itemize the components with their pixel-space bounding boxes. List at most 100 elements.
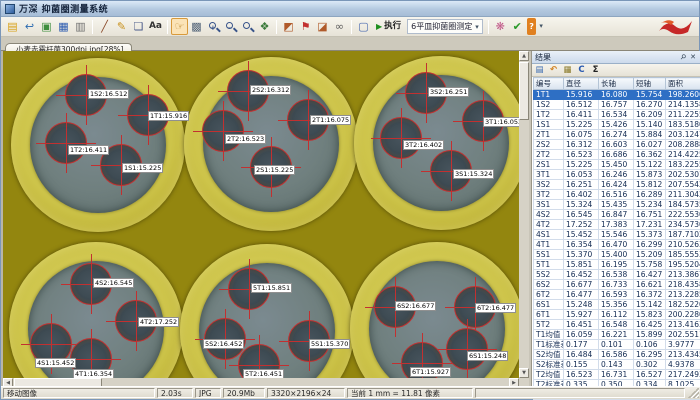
copy-icon[interactable]: ▣ (38, 18, 55, 35)
table-row[interactable]: 4T116.35416.47016.299210.5263 (534, 240, 700, 250)
vertical-scrollbar[interactable]: ▲ ▼ (519, 51, 529, 378)
flag-tool-icon[interactable]: ⚑ (297, 18, 314, 35)
table-cell: 15.225 (564, 120, 599, 130)
table-row[interactable]: T1均值16.05916.22115.899202.5511 (534, 330, 700, 340)
table-row[interactable]: 3S115.32415.43515.234184.5735 (534, 200, 700, 210)
edit-tool-icon[interactable]: ❏ (130, 18, 147, 35)
column-header[interactable]: 长轴 (599, 78, 634, 90)
line-tool-icon[interactable]: ╱ (96, 18, 113, 35)
scroll-down-icon[interactable]: ▼ (519, 368, 529, 378)
hand-tool-icon[interactable]: ☞ (171, 18, 188, 35)
help-button[interactable]: ?▾ (526, 18, 544, 35)
execute-button[interactable]: ▶执行 (372, 18, 405, 35)
pin-icon[interactable]: ⚲ (678, 52, 688, 62)
zoom-fit-icon[interactable] (239, 18, 256, 35)
text-tool-icon[interactable]: Aa (147, 18, 164, 35)
column-header[interactable]: 面积 (666, 78, 700, 90)
refresh-view-icon[interactable]: ❖ (256, 18, 273, 35)
status-filler (475, 388, 685, 398)
column-header[interactable]: 直径 (564, 78, 599, 90)
table-row[interactable]: 6S216.67716.73316.621218.4358 (534, 280, 700, 290)
table-row[interactable]: 6S115.24815.35615.142182.5220 (534, 300, 700, 310)
print-icon[interactable]: ▥ (72, 18, 89, 35)
table-row[interactable]: 4S115.45215.54615.373187.7102 (534, 230, 700, 240)
image-select-icon[interactable]: ▩ (188, 18, 205, 35)
table-cell: 17.383 (599, 220, 634, 230)
table-cell: S2均值 (534, 350, 564, 360)
inhibition-zone-1T2[interactable] (45, 122, 87, 164)
zoom-out-icon[interactable]: − (222, 18, 239, 35)
table-cell: 17.252 (564, 220, 599, 230)
inhibition-zone-2T2[interactable] (202, 110, 244, 152)
table-row[interactable]: 3T216.40216.51616.289211.3042 (534, 190, 700, 200)
table-row[interactable]: 2S216.31216.60316.027208.2888 (534, 140, 700, 150)
table-row[interactable]: S2标准差0.1550.1430.3024.9378 (534, 360, 700, 370)
zone-label-6S2: 6S2:16.677 (395, 301, 436, 311)
table-row[interactable]: S2均值16.48416.58616.295213.4345 (534, 350, 700, 360)
table-cell: T1均值 (534, 330, 564, 340)
table-cell: 16.270 (634, 100, 666, 110)
inhibition-zone-6S1[interactable] (446, 328, 488, 370)
table-cell: 16.274 (599, 130, 634, 140)
table-row[interactable]: 6T115.92716.11215.823200.2280 (534, 310, 700, 320)
table-row[interactable]: 2S115.22515.45015.122183.2255 (534, 160, 700, 170)
undo-result-icon[interactable]: ↶ (548, 65, 559, 76)
table-row[interactable]: 1S216.51216.75716.270214.1358 (534, 100, 700, 110)
marker-tool-icon[interactable]: ◪ (314, 18, 331, 35)
pencil-tool-icon[interactable]: ✎ (113, 18, 130, 35)
table-cell: 182.5220 (666, 300, 700, 310)
export-result-icon[interactable]: ▤ (534, 65, 545, 76)
play-icon: ▶ (376, 18, 382, 35)
column-header[interactable]: 短轴 (634, 78, 666, 90)
save-icon[interactable]: ▦ (55, 18, 72, 35)
image-canvas[interactable]: 1S2:16.5121T1:15.9161T2:16.4111S1:15.225… (3, 51, 519, 378)
table-cell: 16.545 (564, 210, 599, 220)
monitor-icon[interactable]: ▢ (355, 18, 372, 35)
table-row[interactable]: 4S216.54516.84716.751222.5530 (534, 210, 700, 220)
zoom-in-icon[interactable]: + (205, 18, 222, 35)
inhibition-zone-3T2[interactable] (380, 117, 422, 159)
status-segment-3: 20.9Mb (223, 388, 265, 398)
table-row[interactable]: 3S216.25116.42415.812207.5542 (534, 180, 700, 190)
scroll-up-icon[interactable]: ▲ (519, 51, 529, 61)
close-icon[interactable]: ✕ (688, 52, 698, 62)
method-select[interactable]: 6平皿抑菌圈测定▾ (407, 19, 483, 34)
zone-label-6S1: 6S1:15.248 (467, 351, 508, 361)
table-row[interactable]: T1标准差0.1770.1010.1063.9777 (534, 340, 700, 350)
back-icon[interactable]: ↩ (21, 18, 38, 35)
table-row[interactable]: 5S216.45216.53816.427213.3867 (534, 270, 700, 280)
zone-label-5T2: 5T2:16.451 (243, 369, 284, 378)
table-row[interactable]: 1S115.22515.42615.140183.5180 (534, 120, 700, 130)
table-row[interactable]: 2T216.52316.68616.362214.4225 (534, 150, 700, 160)
table-cell: 16.075 (564, 130, 599, 140)
link-icon[interactable]: ∞ (331, 18, 348, 35)
table-cell: 15.927 (564, 310, 599, 320)
table-row[interactable]: T2均值16.52316.73116.527217.2493 (534, 370, 700, 380)
table-row[interactable]: 5T115.85116.19515.758195.5204 (534, 260, 700, 270)
zone-label-4T1: 4T1:16.354 (73, 369, 114, 378)
table-cell: 0.302 (634, 360, 666, 370)
table-row[interactable]: 5S115.37015.40015.209185.5553 (534, 250, 700, 260)
table-row[interactable]: 5T216.45116.54816.425213.4163 (534, 320, 700, 330)
resize-grip[interactable] (687, 388, 699, 398)
table-row[interactable]: 1T115.91616.08015.754198.2606 (534, 90, 700, 100)
table-cell: 15.370 (564, 250, 599, 260)
apply-check-icon[interactable]: ✔ (509, 18, 526, 35)
open-folder-icon[interactable]: ▤ (4, 18, 21, 35)
table-row[interactable]: 2T116.07516.27415.884203.1247 (534, 130, 700, 140)
zone-label-2S1: 2S1:15.225 (254, 165, 295, 175)
delete-result-icon[interactable]: ▦ (562, 65, 573, 76)
settings-icon[interactable]: ❋ (492, 18, 509, 35)
table-row[interactable]: 1T216.41116.53416.209211.2255 (534, 110, 700, 120)
circle-fit-icon[interactable]: C (576, 65, 587, 76)
table-cell: 16.080 (599, 90, 634, 100)
column-header[interactable]: 编号 (534, 78, 564, 90)
table-row[interactable]: 3T116.05316.24615.873202.5301 (534, 170, 700, 180)
table-row[interactable]: 6T216.47716.59316.372213.2285 (534, 290, 700, 300)
sum-icon[interactable]: Σ (590, 65, 601, 76)
vertical-scroll-thumb[interactable] (519, 62, 529, 120)
table-cell: 15.373 (634, 230, 666, 240)
table-row[interactable]: 4T217.25217.38317.231234.5730 (534, 220, 700, 230)
table-cell: 15.873 (634, 170, 666, 180)
measure-tool-icon[interactable]: ◩ (280, 18, 297, 35)
